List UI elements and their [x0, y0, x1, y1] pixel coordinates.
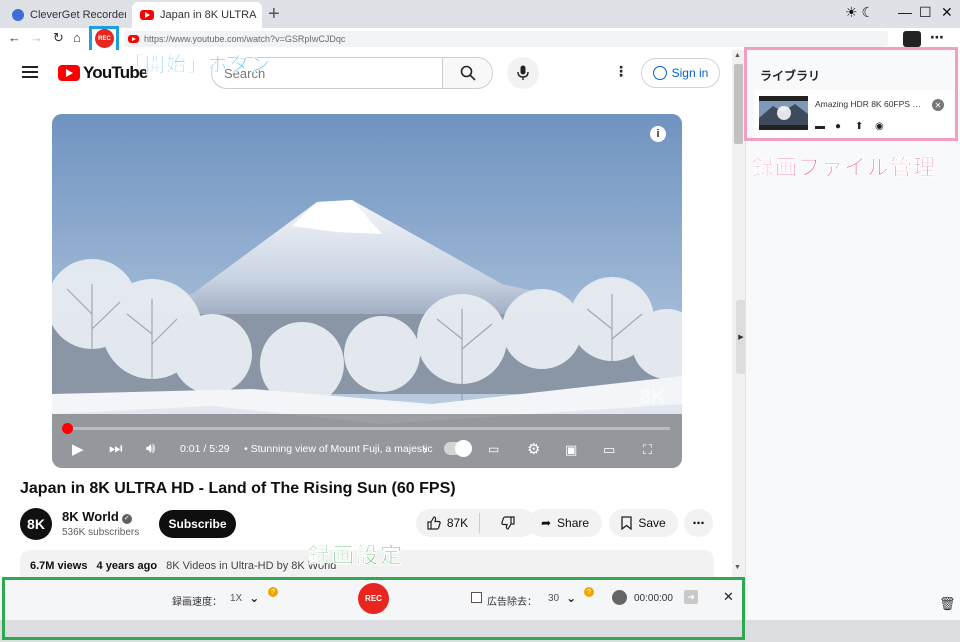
- youtube-favicon-icon: [128, 35, 139, 43]
- share-label: Share: [557, 516, 590, 530]
- browser-menu-button[interactable]: ⋯: [930, 29, 945, 46]
- save-label: Save: [638, 516, 666, 530]
- url-text: https://www.youtube.com/watch?v=GSRpIwCJ…: [144, 34, 346, 44]
- scroll-up-icon[interactable]: ▲: [734, 52, 741, 59]
- next-icon[interactable]: ⏭: [109, 440, 123, 457]
- scroll-thumb[interactable]: [734, 64, 743, 144]
- url-field[interactable]: https://www.youtube.com/watch?v=GSRpIwCJ…: [124, 31, 888, 47]
- subscribe-button[interactable]: Subscribe: [159, 510, 236, 538]
- extension-button[interactable]: [903, 31, 921, 47]
- trash-icon[interactable]: 🗑︎: [939, 596, 956, 612]
- voice-search-button[interactable]: [507, 57, 539, 89]
- autoplay-toggle[interactable]: [444, 440, 472, 457]
- video-title: Japan in 8K ULTRA HD - Land of The Risin…: [20, 480, 456, 497]
- start-button-highlight: [89, 26, 119, 53]
- chapter-title[interactable]: • Stunning view of Mount Fuji, a majesti…: [244, 443, 434, 455]
- channel-name-text: 8K World: [62, 509, 119, 524]
- tab-label: CleverGet Recorder: [30, 9, 126, 21]
- share-button[interactable]: ➦ Share: [528, 509, 602, 537]
- search-button[interactable]: [442, 58, 492, 88]
- channel-avatar[interactable]: 8K: [20, 508, 52, 540]
- share-icon: ➦: [540, 516, 552, 530]
- tab-cleverget[interactable]: CleverGet Recorder: [4, 2, 126, 28]
- youtube-page: YouTube Search ⋮ Sign in i 8K ▶ ⏭ 🔊︎ 0:0…: [0, 50, 745, 578]
- video-player[interactable]: i 8K ▶ ⏭ 🔊︎ 0:01 / 5:29 • Stunning view …: [52, 114, 682, 468]
- progress-bar[interactable]: [61, 423, 670, 434]
- like-button[interactable]: 87K: [416, 513, 480, 533]
- video-watermark: 8K: [640, 386, 666, 408]
- tab-bar: CleverGet Recorder Japan in 8K ULTRA ✕ +…: [0, 0, 960, 28]
- theater-mode-icon[interactable]: ▭: [603, 442, 615, 458]
- subtitles-icon[interactable]: ▭: [488, 442, 499, 456]
- sign-in-label: Sign in: [671, 66, 709, 80]
- upload-age: 4 years ago: [96, 560, 158, 572]
- search-icon: [460, 65, 476, 81]
- player-controls: ▶ ⏭ 🔊︎ 0:01 / 5:29 • Stunning view of Mo…: [52, 434, 682, 464]
- more-actions-button[interactable]: ⋯: [684, 509, 713, 537]
- close-window-button[interactable]: ✕: [941, 4, 953, 21]
- more-options-icon[interactable]: ⋮: [614, 63, 628, 80]
- reload-icon[interactable]: ↻: [53, 30, 64, 46]
- menu-icon[interactable]: [22, 66, 38, 81]
- play-icon[interactable]: ▶: [72, 440, 84, 458]
- new-tab-button[interactable]: +: [268, 3, 280, 26]
- microphone-icon: [517, 65, 529, 80]
- chevron-right-icon[interactable]: ›: [423, 442, 427, 457]
- annotation-recording-settings: 録画設定: [308, 543, 405, 568]
- tab-label: Japan in 8K ULTRA: [160, 9, 257, 21]
- youtube-favicon-icon: [140, 10, 154, 20]
- video-frame-image: [52, 114, 682, 468]
- file-management-highlight: [744, 47, 958, 141]
- thumbs-up-icon: [427, 516, 441, 530]
- save-button[interactable]: Save: [609, 509, 678, 537]
- gear-icon[interactable]: ⚙: [527, 440, 540, 458]
- fullscreen-icon[interactable]: ⛶: [643, 442, 652, 458]
- minimize-button[interactable]: —: [898, 4, 912, 20]
- progress-scrubber[interactable]: [61, 423, 73, 434]
- bookmark-icon: [621, 516, 632, 530]
- maximize-button[interactable]: ☐: [919, 4, 932, 21]
- thumbs-down-icon: [501, 516, 515, 530]
- theme-toggle-icon[interactable]: ☀ ☾: [845, 4, 874, 21]
- like-count: 87K: [446, 516, 469, 530]
- account-icon: [652, 66, 667, 80]
- home-icon[interactable]: ⌂: [73, 30, 81, 45]
- subscriber-count: 536K subscribers: [62, 527, 140, 538]
- view-count: 6.7M views: [30, 560, 88, 572]
- scroll-down-icon[interactable]: ▼: [734, 564, 741, 571]
- verified-icon: ✓: [121, 514, 132, 524]
- sign-in-button[interactable]: Sign in: [641, 58, 720, 88]
- cleverget-logo-icon: [12, 9, 24, 21]
- back-arrow-icon[interactable]: ←: [8, 30, 21, 45]
- tab-youtube-video[interactable]: Japan in 8K ULTRA ✕: [132, 2, 262, 28]
- time-display: 0:01 / 5:29: [180, 443, 230, 455]
- youtube-play-logo-icon: [58, 65, 80, 81]
- info-icon[interactable]: i: [650, 126, 666, 142]
- volume-icon[interactable]: 🔊︎: [146, 440, 155, 457]
- recording-settings-highlight: [2, 577, 745, 640]
- miniplayer-icon[interactable]: ▣: [565, 442, 577, 458]
- tab-close-icon[interactable]: ✕: [260, 7, 262, 24]
- like-dislike-group: 87K: [416, 509, 536, 537]
- annotation-start-button: 「開始」ボタン: [124, 54, 271, 76]
- channel-name[interactable]: 8K World ✓: [62, 509, 132, 524]
- forward-arrow-icon[interactable]: →: [30, 30, 43, 45]
- annotation-file-management: 録画ファイル管理: [752, 155, 937, 180]
